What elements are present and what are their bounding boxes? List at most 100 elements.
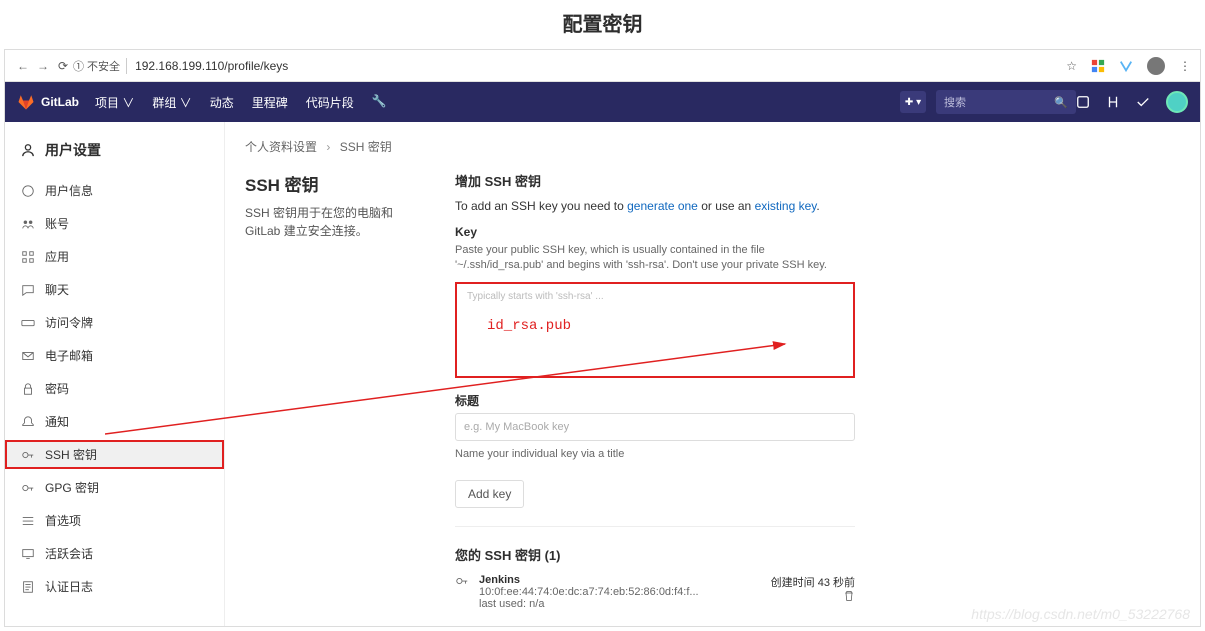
menu-groups[interactable]: 群组 ∨	[152, 94, 191, 111]
sidebar-item-label: 应用	[45, 248, 69, 265]
keys-list-heading: 您的 SSH 密钥 (1)	[455, 545, 855, 564]
sidebar-item-label: 通知	[45, 413, 69, 430]
user-settings-icon	[21, 143, 35, 157]
sidebar-header: 用户设置	[5, 132, 224, 174]
todo-icon[interactable]	[1136, 95, 1150, 109]
generate-one-link[interactable]: generate one	[627, 199, 698, 213]
sidebar-item-label: 首选项	[45, 512, 81, 529]
sidebar-item-gpg-keys[interactable]: GPG 密钥	[5, 471, 224, 504]
intro-text: or use an	[698, 199, 755, 213]
section-desc-text: SSH 密钥用于在您的电脑和 GitLab 建立安全连接。	[245, 204, 425, 240]
email-icon	[21, 349, 35, 363]
extension-icon-2[interactable]	[1119, 59, 1133, 73]
key-fingerprint: 10:0f:ee:44:74:0e:dc:a7:74:eb:52:86:0d:f…	[479, 586, 699, 598]
reload-button[interactable]: ⟳	[53, 59, 73, 73]
sidebar-item-label: 用户信息	[45, 182, 93, 199]
sidebar-item-account[interactable]: 账号	[5, 207, 224, 240]
sidebar-item-access-tokens[interactable]: 访问令牌	[5, 306, 224, 339]
account-icon	[21, 217, 35, 231]
wrench-icon[interactable]: 🔧	[372, 94, 387, 111]
forward-button[interactable]: →	[33, 59, 53, 73]
sidebar-item-preferences[interactable]: 首选项	[5, 504, 224, 537]
gitlab-top-nav: GitLab 项目 ∨ 群组 ∨ 动态 里程碑 代码片段 🔧 ✚ ▾ 搜索 🔍	[5, 82, 1200, 122]
search-input[interactable]: 搜索 🔍	[936, 90, 1076, 114]
user-avatar[interactable]	[1166, 91, 1188, 113]
address-bar[interactable]: ① 不安全 192.168.199.110/profile/keys	[73, 58, 1066, 74]
key-last-used: last used: n/a	[479, 598, 738, 610]
sidebar-item-label: 认证日志	[45, 578, 93, 595]
menu-milestones[interactable]: 里程碑	[252, 94, 288, 111]
preferences-icon	[21, 514, 35, 528]
ssh-key-form: 增加 SSH 密钥 To add an SSH key you need to …	[455, 171, 855, 610]
trash-icon	[843, 590, 855, 602]
extension-icon-1[interactable]	[1091, 59, 1105, 73]
sidebar-item-label: 活跃会话	[45, 545, 93, 562]
menu-projects[interactable]: 项目 ∨	[95, 94, 134, 111]
bookmark-star-icon[interactable]: ☆	[1066, 59, 1077, 73]
sidebar-item-label: SSH 密钥	[45, 446, 97, 463]
apps-icon	[21, 250, 35, 264]
title-placeholder: e.g. My MacBook key	[464, 421, 569, 433]
browser-toolbar: ← → ⟳ ① 不安全 192.168.199.110/profile/keys…	[5, 50, 1200, 82]
key-textarea[interactable]: Typically starts with 'ssh-rsa' ... id_r…	[455, 282, 855, 378]
sidebar-item-label: GPG 密钥	[45, 479, 99, 496]
lock-icon	[21, 382, 35, 396]
browser-window: ← → ⟳ ① 不安全 192.168.199.110/profile/keys…	[4, 49, 1201, 627]
sidebar-item-password[interactable]: 密码	[5, 372, 224, 405]
issues-icon[interactable]	[1076, 95, 1090, 109]
title-label: 标题	[455, 392, 855, 409]
sidebar-header-label: 用户设置	[45, 140, 101, 160]
key-icon	[21, 481, 35, 495]
sidebar-item-label: 电子邮箱	[45, 347, 93, 364]
sidebar-item-chat[interactable]: 聊天	[5, 273, 224, 306]
insecure-badge: ① 不安全	[73, 58, 127, 74]
sidebar-item-label: 密码	[45, 380, 69, 397]
sidebar-item-label: 访问令牌	[45, 314, 93, 331]
ssh-key-row: Jenkins 10:0f:ee:44:74:0e:dc:a7:74:eb:52…	[455, 574, 855, 610]
sidebar-item-profile[interactable]: 用户信息	[5, 174, 224, 207]
key-icon	[455, 574, 469, 588]
sessions-icon	[21, 547, 35, 561]
annotation-overlay-text: id_rsa.pub	[487, 318, 571, 334]
delete-key-button[interactable]	[843, 593, 855, 605]
sidebar-item-emails[interactable]: 电子邮箱	[5, 339, 224, 372]
chat-icon	[21, 283, 35, 297]
merge-requests-icon[interactable]	[1106, 95, 1120, 109]
gitlab-fox-icon	[17, 93, 35, 111]
sidebar-item-ssh-keys[interactable]: SSH 密钥	[5, 440, 224, 469]
sidebar-item-notifications[interactable]: 通知	[5, 405, 224, 438]
breadcrumb-root[interactable]: 个人资料设置	[245, 140, 317, 154]
title-hint: Name your individual key via a title	[455, 447, 855, 462]
watermark: https://blog.csdn.net/m0_53222768	[971, 606, 1190, 622]
menu-snippets[interactable]: 代码片段	[306, 94, 354, 111]
sidebar-item-label: 账号	[45, 215, 69, 232]
key-name[interactable]: Jenkins	[479, 574, 520, 586]
sidebar-item-applications[interactable]: 应用	[5, 240, 224, 273]
page-title: 配置密钥	[0, 0, 1205, 49]
key-placeholder: Typically starts with 'ssh-rsa' ...	[467, 291, 604, 302]
sidebar-item-label: 聊天	[45, 281, 69, 298]
title-input[interactable]: e.g. My MacBook key	[455, 413, 855, 441]
bell-icon	[21, 415, 35, 429]
new-dropdown[interactable]: ✚ ▾	[900, 91, 926, 113]
token-icon	[21, 316, 35, 330]
ssh-keys-list: 您的 SSH 密钥 (1) Jenkins 10:0f:ee:44:74:0e:…	[455, 545, 855, 610]
search-placeholder: 搜索	[944, 94, 966, 110]
intro-text: To add an SSH key you need to	[455, 199, 627, 213]
brand-text: GitLab	[41, 95, 79, 109]
sidebar-item-auth-log[interactable]: 认证日志	[5, 570, 224, 603]
sidebar-item-active-sessions[interactable]: 活跃会话	[5, 537, 224, 570]
add-key-button[interactable]: Add key	[455, 480, 524, 508]
existing-key-link[interactable]: existing key	[755, 199, 817, 213]
profile-icon	[21, 184, 35, 198]
gitlab-logo[interactable]: GitLab	[17, 93, 79, 111]
menu-activity[interactable]: 动态	[210, 94, 234, 111]
top-menu: 项目 ∨ 群组 ∨ 动态 里程碑 代码片段 🔧	[95, 94, 900, 111]
profile-avatar-icon[interactable]	[1147, 57, 1165, 75]
main-content: 个人资料设置 › SSH 密钥 SSH 密钥 SSH 密钥用于在您的电脑和 Gi…	[225, 122, 1200, 626]
breadcrumb-current: SSH 密钥	[340, 140, 392, 154]
form-heading: 增加 SSH 密钥	[455, 171, 855, 190]
back-button[interactable]: ←	[13, 59, 33, 73]
browser-menu-icon[interactable]: ⋮	[1179, 59, 1192, 73]
log-icon	[21, 580, 35, 594]
